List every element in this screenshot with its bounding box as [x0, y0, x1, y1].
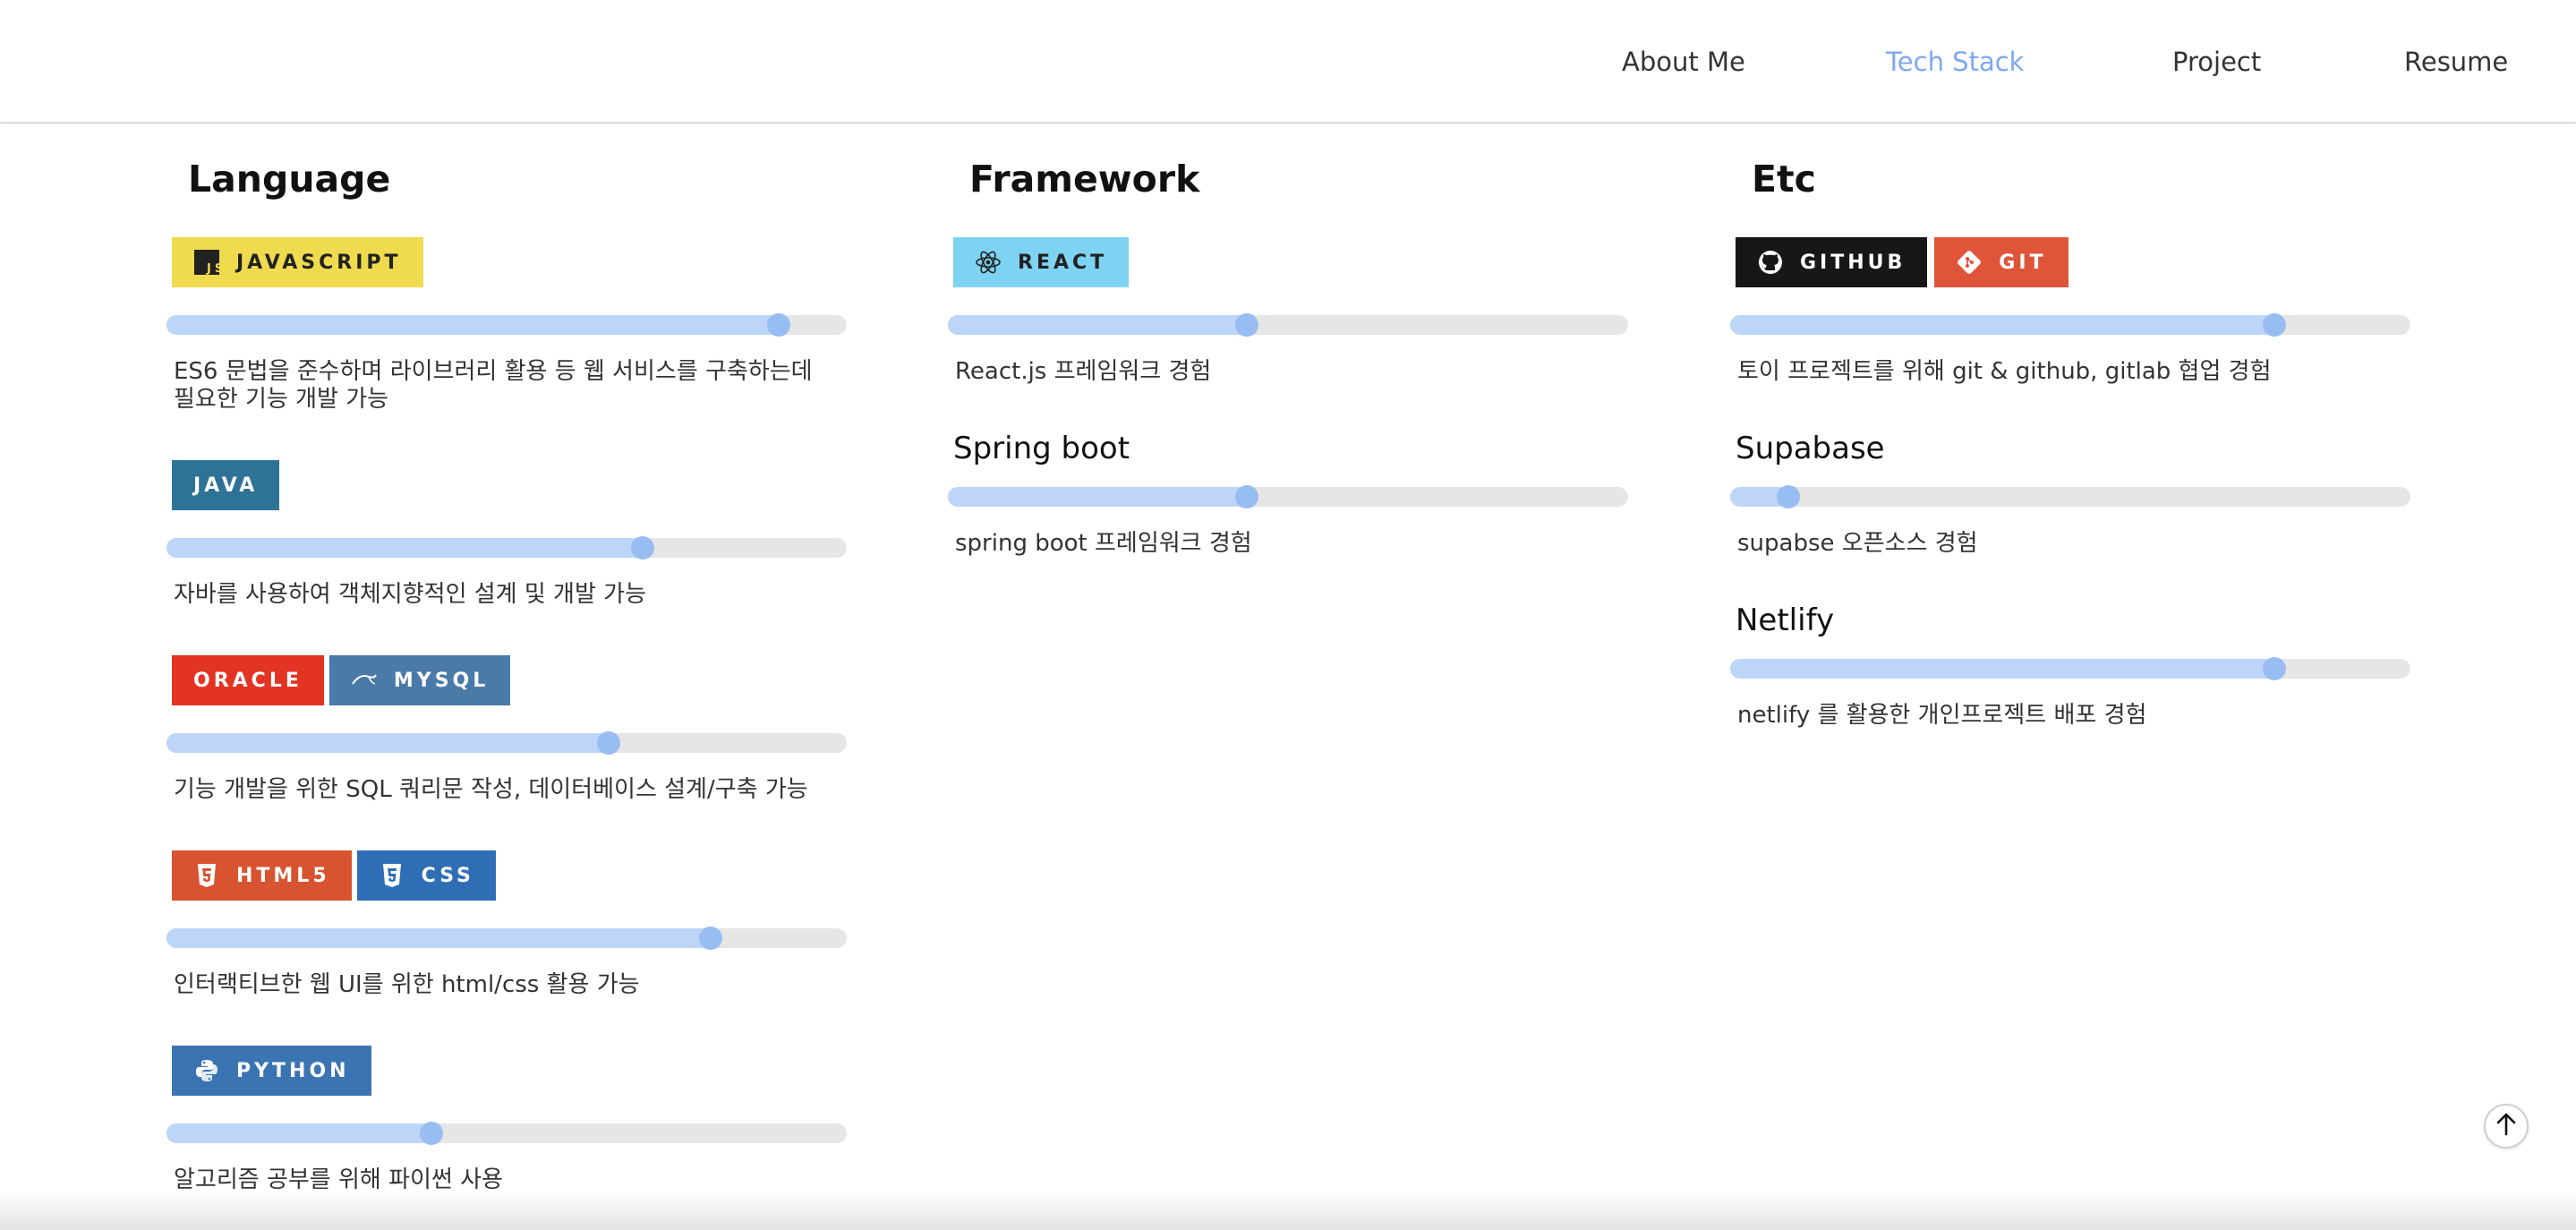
skill-level-bar [166, 536, 847, 559]
framework-heading: Framework [969, 158, 1200, 201]
badge-label: CSS [421, 864, 474, 887]
skill-level-bar [1730, 313, 2410, 337]
top-navbar: About Me Tech Stack Project Resume [0, 0, 2576, 124]
badge-label: ORACLE [193, 669, 303, 692]
etc-heading: Etc [1752, 158, 1816, 201]
skill-level-fill [1730, 659, 2274, 679]
oracle-badge: ORACLE [172, 655, 324, 705]
skill-level-knob [1776, 485, 1800, 508]
nav-tech-stack[interactable]: Tech Stack [1886, 41, 2024, 82]
skill-level-fill [166, 315, 779, 335]
css-badge: CSS [356, 850, 496, 901]
badge-group: GITHUB GIT [1736, 237, 2068, 287]
badge-group: PYTHON [172, 1046, 371, 1096]
nav-about-me[interactable]: About Me [1622, 41, 1745, 82]
badge-group: REACT [953, 237, 1130, 287]
html5-icon [193, 862, 220, 889]
badge-label: MYSQL [393, 669, 490, 692]
skill-level-fill [166, 538, 643, 558]
skill-level-knob [2263, 657, 2286, 680]
skill-level-bar [948, 313, 1628, 337]
skill-level-bar [948, 485, 1628, 508]
skill-level-bar [166, 731, 847, 755]
badge-label: GITHUB [1800, 251, 1906, 274]
skill-level-fill [1730, 315, 2274, 335]
skill-description: 자바를 사용하여 객체지향적인 설계 및 개발 가능 [174, 581, 646, 608]
badge-label: JAVASCRIPT [236, 251, 402, 274]
skill-level-knob [1235, 313, 1259, 337]
html5-badge: HTML5 [172, 850, 352, 901]
skill-level-fill [948, 487, 1248, 507]
java-badge: JAVA [172, 460, 280, 510]
skill-level-bar [166, 313, 847, 337]
javascript-icon: JS [193, 249, 220, 276]
badge-label: JAVA [193, 474, 259, 497]
badge-label: PYTHON [236, 1059, 350, 1082]
svg-text:JS: JS [206, 262, 219, 275]
git-icon [1956, 249, 1983, 276]
mysql-badge: MYSQL [328, 655, 511, 705]
skill-description: 토이 프로젝트를 위해 git & github, gitlab 협업 경험 [1737, 358, 2272, 385]
skill-level-fill [166, 1123, 432, 1143]
badge-label: GIT [1999, 251, 2047, 274]
github-icon [1757, 249, 1784, 276]
skill-level-knob [1235, 485, 1259, 508]
skill-level-knob [631, 536, 654, 559]
skill-subtitle: Supabase [1736, 431, 1885, 466]
badge-group: ORACLE MYSQL [172, 655, 511, 705]
skill-description: 인터랙티브한 웹 UI를 위한 html/css 활용 가능 [174, 971, 640, 998]
skill-level-knob [597, 731, 620, 755]
javascript-badge: JS JAVASCRIPT [172, 237, 423, 287]
skill-level-bar [166, 927, 847, 950]
skill-level-knob [699, 927, 722, 950]
react-icon [975, 249, 1002, 276]
skill-level-bar [1730, 657, 2410, 680]
badge-label: HTML5 [236, 864, 330, 887]
arrow-up-icon [2495, 1113, 2517, 1140]
language-heading: Language [188, 158, 391, 201]
skill-level-knob [767, 313, 790, 337]
skill-description: ES6 문법을 준수하며 라이브러리 활용 등 웹 서비스를 구축하는데 필요한… [174, 358, 813, 413]
github-badge: GITHUB [1736, 237, 1928, 287]
skill-subtitle: Netlify [1736, 602, 1835, 638]
skill-level-fill [166, 733, 609, 753]
skill-description: React.js 프레임워크 경험 [955, 358, 1212, 385]
nav-resume[interactable]: Resume [2404, 41, 2508, 82]
scroll-to-top-button[interactable] [2484, 1104, 2529, 1149]
skill-level-bar [166, 1122, 847, 1145]
skill-subtitle: Spring boot [953, 431, 1130, 466]
python-icon [193, 1057, 220, 1084]
bottom-fade [0, 1191, 2576, 1230]
skill-level-fill [948, 315, 1248, 335]
skill-description: supabse 오픈소스 경험 [1737, 530, 1978, 557]
skill-level-knob [420, 1122, 444, 1145]
skill-description: netlify 를 활용한 개인프로젝트 배포 경험 [1737, 702, 2147, 729]
python-badge: PYTHON [172, 1046, 371, 1096]
skill-level-fill [166, 928, 711, 948]
css3-icon [379, 862, 405, 889]
badge-group: HTML5 CSS [172, 850, 496, 901]
skill-level-bar [1730, 485, 2410, 508]
mysql-icon [351, 667, 378, 694]
badge-label: REACT [1018, 251, 1108, 274]
nav-project[interactable]: Project [2172, 41, 2261, 82]
badge-group: JS JAVASCRIPT [172, 237, 423, 287]
skill-level-knob [2263, 313, 2286, 337]
react-badge: REACT [953, 237, 1130, 287]
badge-group: JAVA [172, 460, 280, 510]
git-badge: GIT [1934, 237, 2068, 287]
skill-description: spring boot 프레임워크 경험 [955, 530, 1252, 557]
skill-description: 기능 개발을 위한 SQL 쿼리문 작성, 데이터베이스 설계/구축 가능 [174, 776, 808, 803]
